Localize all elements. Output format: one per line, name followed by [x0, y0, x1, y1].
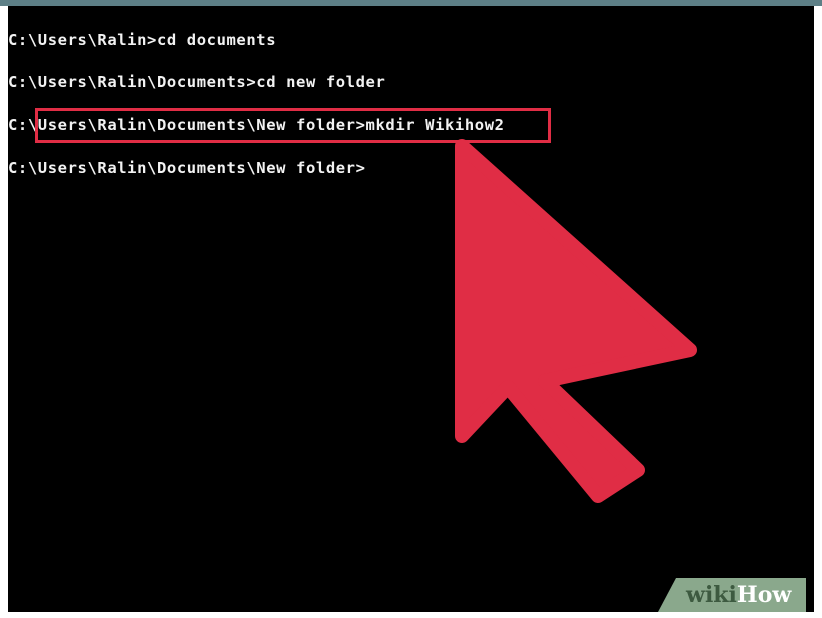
pointer-arrow-icon [455, 139, 697, 503]
watermark-logo: wikiHow [686, 581, 791, 609]
wikihow-watermark: wikiHow [658, 578, 806, 612]
screenshot-frame: C:\Users\Ralin>cd documents C:\Users\Ral… [0, 0, 822, 618]
command-prompt-window[interactable]: C:\Users\Ralin>cd documents C:\Users\Ral… [8, 6, 814, 612]
watermark-wiki: wiki [686, 582, 737, 608]
watermark-how: How [736, 582, 792, 608]
